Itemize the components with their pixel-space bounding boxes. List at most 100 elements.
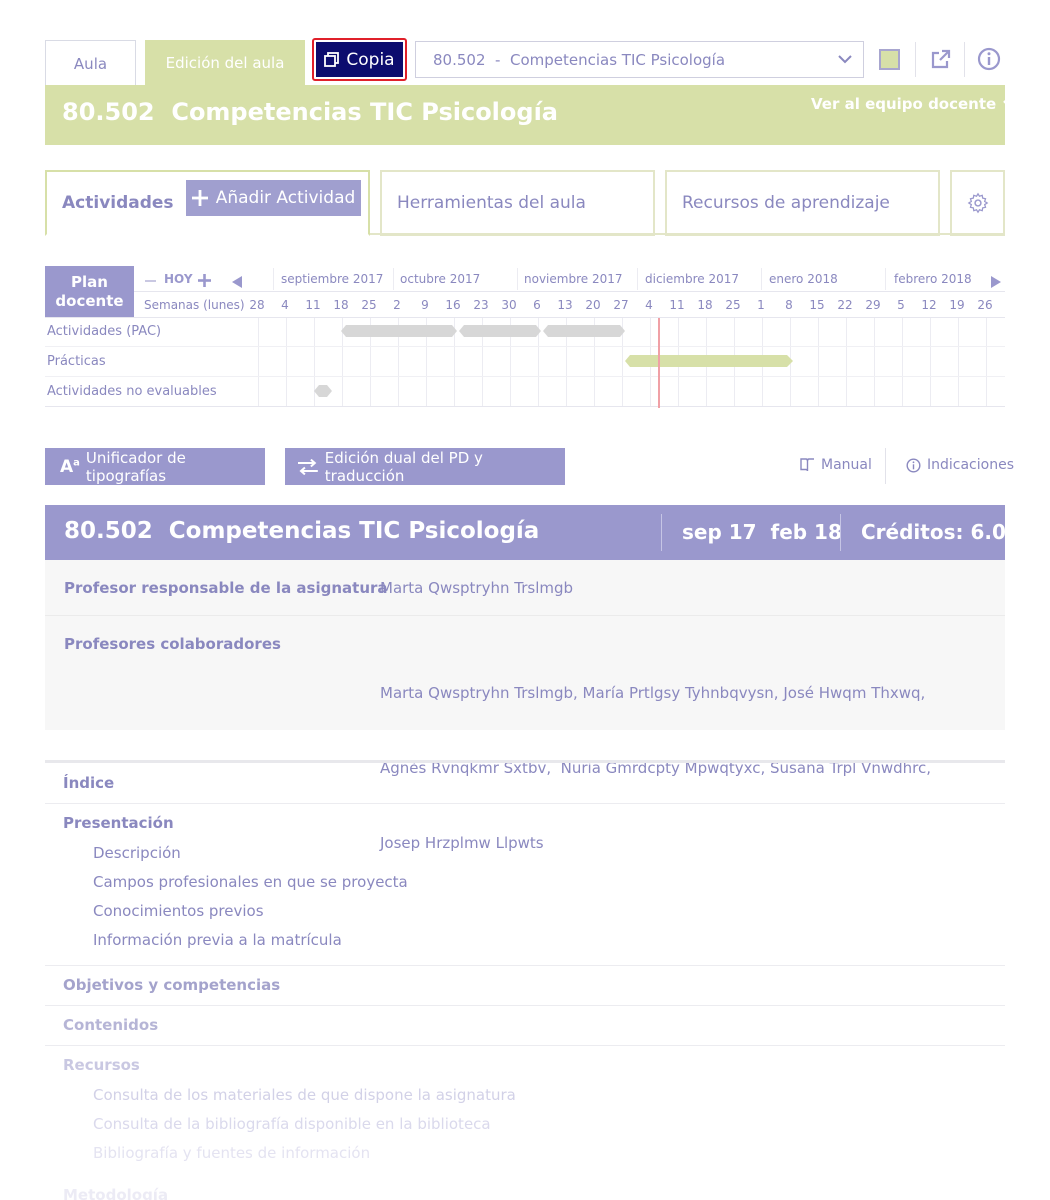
- week-label: 4: [645, 298, 653, 312]
- course-dates: sep 17 feb 18: [682, 520, 842, 544]
- practicas-bar[interactable]: [624, 354, 796, 368]
- dual-edit-button[interactable]: Edición dual del PD y traducción: [285, 448, 565, 485]
- index-item[interactable]: Campos profesionales en que se proyecta: [93, 873, 408, 891]
- index-section-presentacion[interactable]: Presentación: [63, 814, 174, 832]
- month-divider: [761, 268, 762, 290]
- pac-activity-bars[interactable]: [340, 324, 630, 338]
- week-label: 30: [501, 298, 517, 312]
- index-item[interactable]: Información previa a la matrícula: [93, 931, 342, 949]
- tab-recursos[interactable]: Recursos de aprendizaje: [665, 170, 940, 236]
- index-item[interactable]: Conocimientos previos: [93, 902, 264, 920]
- index-top-border: [45, 760, 1005, 763]
- chevron-down-icon: [838, 55, 852, 64]
- index-section-objetivos[interactable]: Objetivos y competencias: [63, 976, 280, 994]
- team-link[interactable]: Ver al equipo docente: [811, 95, 1016, 113]
- index-heading: Índice: [63, 774, 115, 792]
- weeks-label: Semanas (lunes): [144, 298, 245, 312]
- manual-link[interactable]: Manual: [800, 457, 872, 473]
- index-item[interactable]: Consulta de la bibliografía disponible e…: [93, 1115, 491, 1133]
- add-activity-button[interactable]: Añadir Actividad: [186, 180, 361, 216]
- plan-title-1: Plan: [71, 273, 108, 291]
- index-item[interactable]: Bibliografía y fuentes de información: [93, 1144, 370, 1162]
- month-label: diciembre 2017: [645, 272, 739, 286]
- month-label: febrero 2018: [894, 272, 972, 286]
- collaborators-line: Marta Qwsptryhn Trslmgb, María Prtlgsy T…: [380, 684, 926, 702]
- course-select[interactable]: 80.502 - Competencias TIC Psicología: [415, 41, 864, 78]
- tabs-baseline: [370, 233, 1005, 235]
- index-section-contenidos[interactable]: Contenidos: [63, 1016, 158, 1034]
- month-label: octubre 2017: [400, 272, 481, 286]
- month-divider: [637, 268, 638, 290]
- tab-aula[interactable]: Aula: [45, 40, 136, 86]
- month-label: noviembre 2017: [524, 272, 623, 286]
- dual-edit-label: Edición dual del PD y traducción: [324, 448, 483, 485]
- non-evaluable-activity-marker[interactable]: [314, 384, 332, 398]
- index-item[interactable]: Consulta de los materiales de que dispon…: [93, 1086, 516, 1104]
- month-label: enero 2018: [769, 272, 838, 286]
- font-unifier-button[interactable]: Aa Unificador de tipografías: [45, 448, 265, 485]
- indicaciones-link[interactable]: Indicaciones: [906, 457, 1014, 473]
- week-label: 25: [361, 298, 377, 312]
- timeline-row-label: Prácticas: [47, 354, 106, 369]
- week-grid-line: [930, 318, 931, 406]
- index-divider: [45, 1005, 1005, 1006]
- zoom-out-icon[interactable]: [145, 272, 157, 284]
- copy-button[interactable]: Copia: [312, 38, 407, 81]
- index-divider: [45, 965, 1005, 966]
- info-icon[interactable]: [976, 46, 1002, 72]
- month-divider: [885, 268, 886, 290]
- manual-label: Manual: [821, 457, 872, 473]
- month-divider: [517, 268, 518, 290]
- info-icon: [906, 457, 921, 473]
- week-label: 12: [921, 298, 937, 312]
- divider: [661, 514, 662, 551]
- color-swatch-button[interactable]: [879, 49, 900, 70]
- week-label: 11: [669, 298, 685, 312]
- week-label: 23: [473, 298, 489, 312]
- week-grid-line: [286, 318, 287, 406]
- divider: [885, 448, 886, 484]
- timeline-row-label: Actividades no evaluables: [47, 384, 217, 399]
- timeline-grid-line: [45, 317, 1005, 318]
- week-label: 13: [557, 298, 573, 312]
- week-label: 11: [305, 298, 321, 312]
- week-grid-line: [818, 318, 819, 406]
- tab-edicion-del-aula[interactable]: Edición del aula: [145, 40, 305, 86]
- tab-recursos-label: Recursos de aprendizaje: [682, 193, 890, 213]
- collaborators-label: Profesores colaboradores: [64, 635, 281, 653]
- copy-icon: [324, 52, 340, 67]
- week-label: 22: [837, 298, 853, 312]
- today-marker: [658, 318, 660, 408]
- course-select-value: 80.502 - Competencias TIC Psicología: [433, 50, 726, 69]
- week-grid-line: [902, 318, 903, 406]
- week-grid-line: [958, 318, 959, 406]
- team-link-label: Ver al equipo docente: [811, 95, 997, 113]
- index-divider: [45, 1045, 1005, 1046]
- scroll-left-icon[interactable]: [232, 273, 243, 288]
- index-section-metodologia[interactable]: Metodología: [63, 1186, 168, 1200]
- plan-docente-box: Plan docente: [45, 266, 134, 318]
- indicaciones-label: Indicaciones: [927, 457, 1014, 473]
- week-label: 6: [533, 298, 541, 312]
- index-divider: [45, 803, 1005, 804]
- collaborators-value: Marta Qwsptryhn Trslmgb, María Prtlgsy T…: [380, 631, 931, 881]
- week-label: 18: [333, 298, 349, 312]
- scroll-right-icon[interactable]: [990, 273, 1001, 288]
- swap-icon: [297, 458, 318, 475]
- timeline-row-label: Actividades (PAC): [47, 324, 162, 339]
- tab-aula-label: Aula: [73, 54, 108, 73]
- timeline-grid-line: [45, 376, 1005, 377]
- month-divider: [393, 268, 394, 290]
- index-item[interactable]: Descripción: [93, 844, 181, 862]
- plan-title-2: docente: [55, 292, 124, 310]
- zoom-in-icon[interactable]: [198, 272, 211, 287]
- external-link-icon[interactable]: [928, 46, 954, 72]
- book-icon: [800, 458, 814, 472]
- index-section-recursos[interactable]: Recursos: [63, 1056, 140, 1074]
- timeline-grid-line: [45, 346, 1005, 347]
- settings-tab[interactable]: [950, 170, 1005, 236]
- tab-herramientas[interactable]: Herramientas del aula: [380, 170, 655, 236]
- banner-title: 80.502 Competencias TIC Psicología: [62, 98, 558, 126]
- week-grid-line: [874, 318, 875, 406]
- today-button[interactable]: HOY: [164, 272, 193, 286]
